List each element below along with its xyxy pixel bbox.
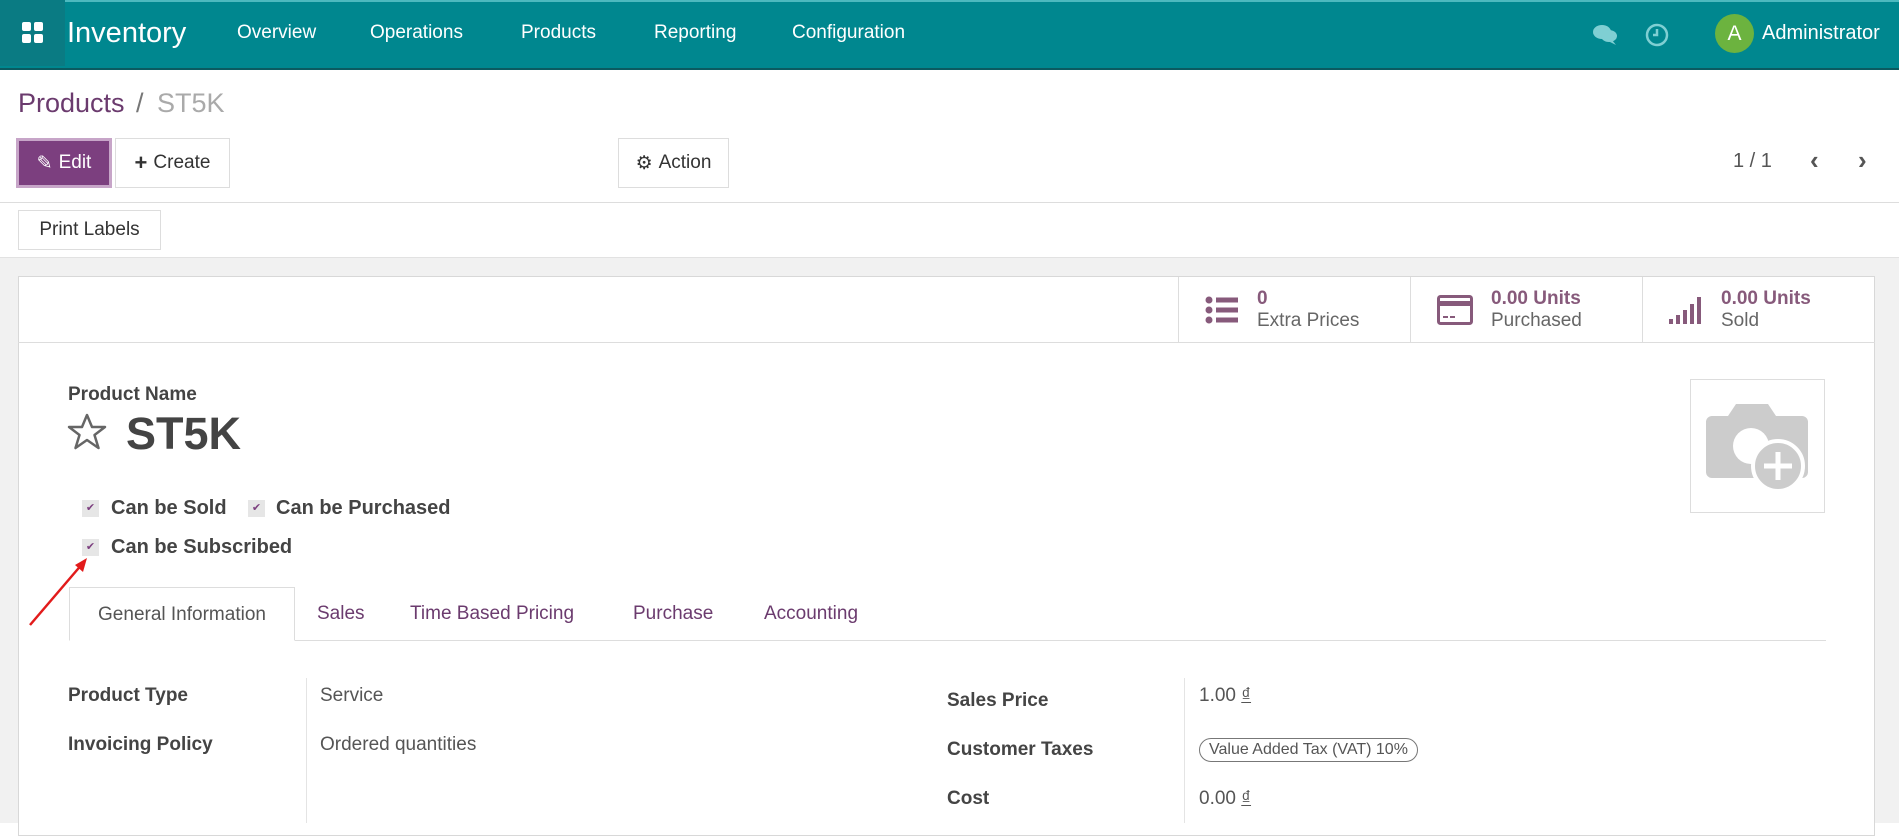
apps-menu-icon[interactable] <box>0 0 65 66</box>
product-name-label: Product Name <box>68 384 197 405</box>
invoicing-policy-value: Ordered quantities <box>320 734 477 755</box>
stat-label: Extra Prices <box>1257 309 1360 331</box>
tab-general-information[interactable]: General Information <box>69 587 295 641</box>
pager-value[interactable]: 1 / 1 <box>1733 150 1772 173</box>
can-be-purchased-checkbox[interactable]: ✔ <box>248 500 265 517</box>
favorite-star-icon[interactable] <box>66 412 108 457</box>
tab-time-based-pricing[interactable]: Time Based Pricing <box>410 587 574 641</box>
edit-button[interactable]: ✎ Edit <box>16 138 112 188</box>
menu-products[interactable]: Products <box>521 0 596 66</box>
stat-value: 0.00 Units <box>1721 287 1811 309</box>
print-labels-button[interactable]: Print Labels <box>18 210 161 250</box>
app-title[interactable]: Inventory <box>67 0 186 66</box>
signal-bars-icon <box>1669 296 1701 324</box>
stat-value: 0.00 Units <box>1491 287 1581 309</box>
breadcrumb-products[interactable]: Products <box>18 88 125 119</box>
product-image-upload[interactable] <box>1690 379 1825 513</box>
menu-overview[interactable]: Overview <box>237 0 316 66</box>
product-name[interactable]: ST5K <box>126 408 241 460</box>
user-menu[interactable]: Administrator <box>1762 0 1880 66</box>
chat-icon[interactable] <box>1592 24 1618 51</box>
list-icon <box>1205 296 1238 323</box>
can-be-sold-checkbox[interactable]: ✔ <box>82 500 99 517</box>
field-divider <box>306 678 307 823</box>
stat-purchased[interactable]: 0.00 Units Purchased <box>1410 277 1642 342</box>
edit-label: Edit <box>58 152 92 173</box>
tab-purchase[interactable]: Purchase <box>633 587 713 641</box>
pager-next-icon[interactable]: › <box>1858 145 1867 176</box>
menu-configuration[interactable]: Configuration <box>792 0 905 66</box>
sales-price-label: Sales Price <box>947 690 1049 711</box>
can-be-subscribed-label: Can be Subscribed <box>111 536 293 558</box>
avatar[interactable]: A <box>1715 14 1754 53</box>
plus-icon: + <box>134 150 148 175</box>
invoicing-policy-label: Invoicing Policy <box>68 734 213 755</box>
clock-icon[interactable] <box>1645 23 1669 52</box>
camera-plus-icon <box>1706 404 1808 493</box>
field-divider <box>1184 678 1185 823</box>
menu-operations[interactable]: Operations <box>370 0 463 66</box>
tab-accounting[interactable]: Accounting <box>764 587 858 641</box>
create-label: Create <box>153 152 211 173</box>
divider <box>0 202 1899 203</box>
tab-sales[interactable]: Sales <box>317 587 365 641</box>
cost-label: Cost <box>947 788 990 809</box>
pencil-icon: ✎ <box>36 152 53 174</box>
product-type-value: Service <box>320 685 384 706</box>
sales-price-value: 1.00 ₫ <box>1199 685 1252 706</box>
customer-taxes-label: Customer Taxes <box>947 739 1094 760</box>
product-type-label: Product Type <box>68 685 188 706</box>
action-label: Action <box>658 152 712 173</box>
stat-label: Purchased <box>1491 309 1582 331</box>
pager-previous-icon[interactable]: ‹ <box>1810 145 1819 176</box>
breadcrumb-current: ST5K <box>157 88 225 118</box>
stat-value: 0 <box>1257 287 1268 309</box>
can-be-subscribed-checkbox[interactable]: ✔ <box>82 539 99 556</box>
stat-label: Sold <box>1721 309 1760 331</box>
stat-sold[interactable]: 0.00 Units Sold <box>1642 277 1875 342</box>
can-be-purchased-label: Can be Purchased <box>276 497 451 519</box>
can-be-sold-label: Can be Sold <box>111 497 227 519</box>
action-button[interactable]: ⚙ Action <box>618 138 729 188</box>
breadcrumb-separator: / <box>136 88 144 118</box>
stat-extra-prices[interactable]: 0 Extra Prices <box>1178 277 1410 342</box>
tax-tag: Value Added Tax (VAT) 10% <box>1199 738 1418 762</box>
gear-icon: ⚙ <box>635 152 653 174</box>
create-button[interactable]: + Create <box>115 138 230 188</box>
cost-value: 0.00 ₫ <box>1199 788 1252 809</box>
credit-card-icon <box>1437 294 1473 325</box>
menu-reporting[interactable]: Reporting <box>654 0 736 66</box>
